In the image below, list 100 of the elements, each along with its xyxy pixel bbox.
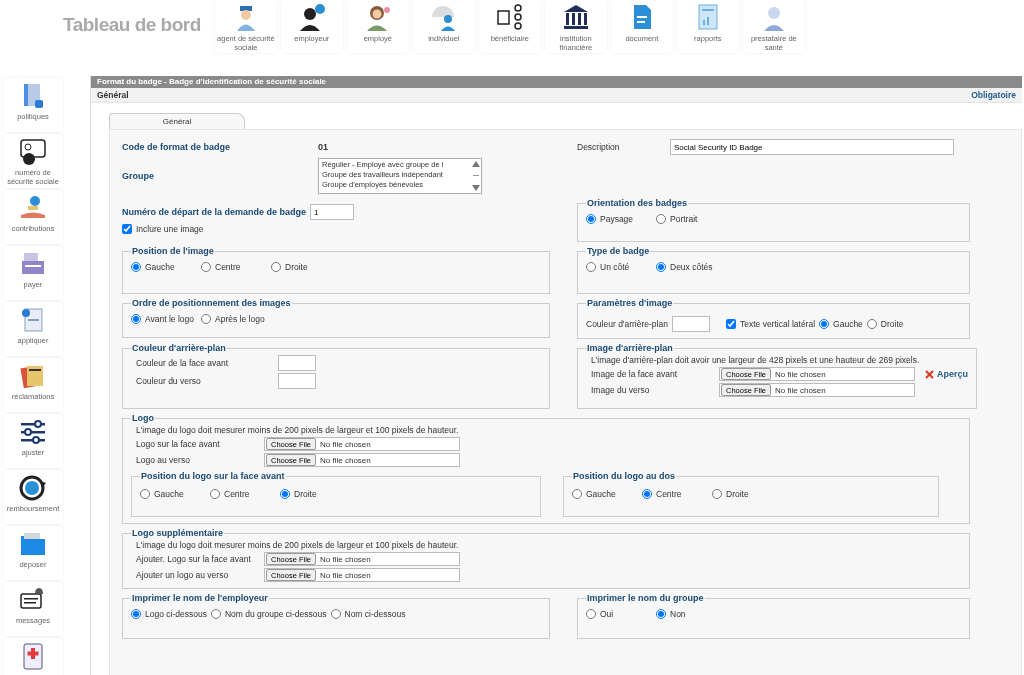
field-label: Couleur d'arrière-plan (586, 319, 668, 329)
option-label: Gauche (154, 489, 184, 499)
group-legend: Logo (131, 413, 155, 423)
group-legend: Image d'arrière-plan (586, 343, 674, 353)
required-link[interactable]: Obligatoire (971, 90, 1016, 100)
group-legend: Logo supplémentaire (131, 528, 224, 538)
radio-button[interactable] (140, 489, 150, 499)
radio-button[interactable] (271, 262, 281, 272)
option-label: Oui (600, 609, 614, 619)
radio-button[interactable] (656, 214, 666, 224)
field-label: Couleur de la face avant (136, 358, 230, 368)
option-label: Droite (294, 489, 317, 499)
option-label: Paysage (600, 214, 634, 224)
group-legend: Type de badge (586, 246, 651, 256)
group-legend: Position du logo sur la face avant (140, 471, 286, 481)
option-label: Nom du groupe ci-dessous (224, 609, 327, 619)
field-label: Numéro de départ de la demande de badge (122, 207, 307, 217)
option-label: Droite (285, 262, 308, 272)
radio-button[interactable] (866, 319, 877, 329)
option-label: Droite (880, 319, 904, 329)
group-legend: Ordre de positionnement des images (131, 298, 292, 308)
file-status: No file chosen (320, 455, 371, 465)
group-legend: Orientation des badges (586, 198, 689, 208)
radio-button[interactable] (586, 609, 596, 619)
radio-button[interactable] (586, 262, 596, 272)
checkbox[interactable] (122, 224, 132, 234)
option-label: Non (670, 609, 686, 619)
option-label: Gauche (586, 489, 616, 499)
group-legend: Position de l'image (131, 246, 215, 256)
field-label: Couleur du verso (136, 376, 202, 386)
group-legend: Paramètres d'image (586, 298, 674, 308)
radio-button[interactable] (201, 314, 211, 324)
field-label: Code de format de badge (122, 142, 231, 152)
radio-button[interactable] (131, 262, 141, 272)
radio-button[interactable] (712, 489, 722, 499)
radio-button[interactable] (131, 314, 141, 324)
file-status: No file chosen (775, 385, 826, 395)
option-label: Après le logo (215, 314, 265, 324)
option-label: Un côté (600, 262, 630, 272)
hint-text: L'image du logo doit mesurer moins de 200 pixels de largeur et 100 pixels de hauteur. (135, 425, 460, 435)
sliders-icon (18, 417, 48, 447)
checkbox[interactable] (725, 319, 736, 329)
id-card-icon (18, 137, 48, 167)
option-label: Nom ci-dessous (344, 609, 406, 619)
option-label: Gauche (145, 262, 175, 272)
number-field[interactable]: 1 (310, 204, 355, 220)
file-status: No file chosen (775, 369, 826, 379)
radio-button[interactable] (210, 489, 220, 499)
preview-link[interactable]: Aperçu (937, 369, 968, 379)
checkbox-label: Inclure une image (136, 224, 204, 234)
network-icon (494, 2, 525, 32)
option-label: Portrait (670, 214, 698, 224)
field-label: Ajouter un logo au verso (136, 570, 230, 580)
field-label: Groupe (122, 171, 155, 181)
radio-button[interactable] (201, 262, 211, 272)
tab[interactable]: Général (109, 113, 245, 129)
panel-title: Format du badge - Badge d'identification de sécurité sociale (91, 76, 1022, 88)
radio-button[interactable] (656, 609, 666, 619)
file-status: No file chosen (320, 554, 371, 564)
radio-button[interactable] (572, 489, 582, 499)
option-label: Centre (215, 262, 241, 272)
option-label: Centre (224, 489, 250, 499)
group-legend: Position du logo au dos (572, 471, 676, 481)
hint-text: L'image d'arrière-plan doit avoir une largeur de 428 pixels et une hauteur de 269 pixels. (590, 355, 921, 365)
radio-button[interactable] (280, 489, 290, 499)
radio-button[interactable] (131, 609, 141, 619)
radio-button[interactable] (656, 262, 666, 272)
field-label: Description (577, 142, 621, 152)
radio-button[interactable] (642, 489, 652, 499)
close-icon[interactable] (925, 369, 934, 379)
group-legend: Imprimer le nom du groupe (586, 593, 705, 603)
description-field[interactable]: Social Security ID Badge (670, 139, 954, 155)
option-label: Centre (656, 489, 682, 499)
page-title: Tableau de bord (63, 14, 201, 36)
color-field[interactable] (278, 355, 316, 371)
option-label: Gauche (833, 319, 863, 329)
field-label: Image de la face avant (591, 369, 678, 379)
scrollbar-icon[interactable] (471, 159, 481, 193)
radio-button[interactable] (330, 609, 341, 619)
radio-button[interactable] (210, 609, 221, 619)
checkbox-label: Texte vertical latéral (739, 319, 816, 329)
color-field[interactable] (671, 316, 710, 332)
field-label: Logo sur la face avant (136, 439, 221, 449)
group-legend: Imprimer le nom de l'employeur (131, 593, 269, 603)
file-status: No file chosen (320, 570, 371, 580)
field-label: Ajouter. Logo sur la face avant (136, 554, 252, 564)
option-label: Droite (726, 489, 749, 499)
field-value: 01 (318, 142, 328, 152)
option-label: Deux côtés (670, 262, 713, 272)
section-title: Général (97, 90, 129, 100)
file-status: No file chosen (320, 439, 371, 449)
group-legend: Couleur d'arrière-plan (131, 343, 227, 353)
radio-button[interactable] (819, 319, 830, 329)
color-field[interactable] (278, 373, 316, 389)
field-label: Logo au verso (136, 455, 191, 465)
radio-button[interactable] (586, 214, 596, 224)
clock-refresh-icon (18, 473, 48, 503)
option-label: Avant le logo (145, 314, 194, 324)
option-label: Logo ci-dessous (145, 609, 207, 619)
hint-text: L'image du logo doit mesurer moins de 200 pixels de largeur et 100 pixels de hauteur. (135, 540, 460, 550)
